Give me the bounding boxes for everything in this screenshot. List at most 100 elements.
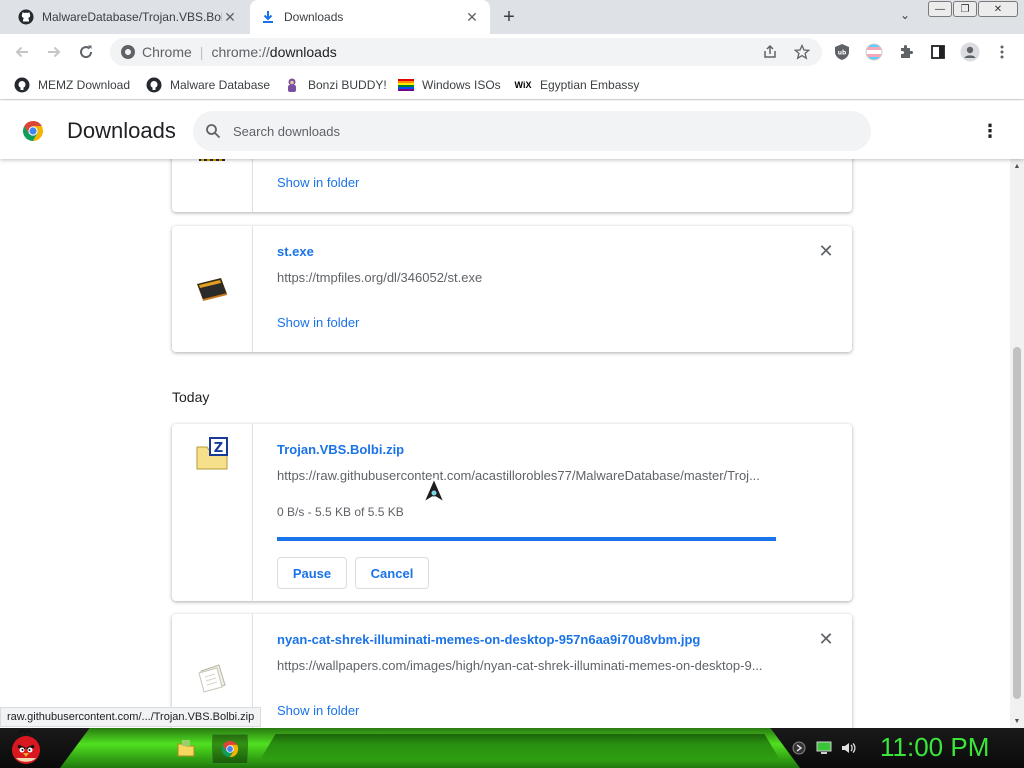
bookmark-label: Malware Database: [170, 78, 271, 92]
tray-monitor-icon[interactable]: [815, 740, 833, 756]
url-scheme: chrome://: [211, 44, 270, 60]
chrome-logo-icon: [221, 740, 239, 758]
file-icon-column: [172, 159, 253, 212]
site-label: Chrome: [142, 44, 192, 60]
github-icon: [18, 9, 34, 25]
search-box[interactable]: [193, 111, 871, 151]
download-icon: [260, 9, 276, 25]
reload-button[interactable]: [74, 40, 98, 64]
mouse-cursor-icon: [422, 477, 446, 504]
github-icon: [146, 77, 162, 93]
taskbar-clock[interactable]: 11:00 PM: [880, 732, 989, 763]
trans-flag-extension-icon[interactable]: [864, 42, 884, 62]
download-item: Show in folder: [172, 159, 852, 212]
tab-title: Downloads: [284, 10, 344, 24]
remove-item-close-icon[interactable]: ✕: [816, 629, 836, 649]
zip-file-icon: Z: [195, 437, 229, 471]
svg-text:ub: ub: [838, 50, 847, 57]
download-progress-bar: [277, 537, 776, 541]
ublock-icon[interactable]: ub: [832, 42, 852, 62]
tab-close-icon[interactable]: ✕: [464, 9, 480, 25]
bonzi-icon: [284, 77, 300, 93]
minimize-button[interactable]: —: [928, 1, 952, 17]
scroll-down-arrow-icon[interactable]: ▼: [1010, 714, 1024, 728]
tray-volume-icon[interactable]: [840, 740, 858, 756]
tab-malware-database[interactable]: MalwareDatabase/Trojan.VBS.Bolbi ✕: [8, 0, 248, 34]
exe-file-icon: [195, 272, 229, 306]
close-window-button[interactable]: ✕: [978, 1, 1018, 17]
bookmark-label: Bonzi BUDDY!: [308, 78, 387, 92]
bookmark-label: MEMZ Download: [38, 78, 131, 92]
forward-arrow-icon: [48, 46, 61, 58]
address-bar[interactable]: Chrome | chrome:// downloads: [110, 38, 822, 66]
bookmarks-bar: MEMZ Download Malware Database Bonzi BUD…: [0, 70, 1024, 100]
show-in-folder-link[interactable]: Show in folder: [277, 175, 359, 190]
downloads-header: Downloads ⋮: [0, 101, 1024, 159]
svg-text:Z: Z: [214, 441, 223, 456]
file-name-link[interactable]: nyan-cat-shrek-illuminati-memes-on-deskt…: [277, 632, 700, 647]
tab-title: MalwareDatabase/Trojan.VBS.Bolbi: [42, 10, 222, 24]
file-url[interactable]: https://wallpapers.com/images/high/nyan-…: [277, 658, 777, 673]
bookmark-egyptian-embassy[interactable]: WiX Egyptian Embassy: [514, 76, 640, 94]
tab-downloads[interactable]: Downloads ✕: [250, 0, 490, 34]
taskbar-chrome[interactable]: [212, 734, 248, 764]
wix-icon: WiX: [514, 80, 532, 90]
github-icon: [14, 77, 30, 93]
profile-avatar-icon[interactable]: [960, 42, 980, 62]
forward-button[interactable]: [42, 40, 66, 64]
restore-button[interactable]: ❐: [953, 1, 977, 17]
pause-button[interactable]: Pause: [277, 557, 347, 589]
file-icon-column: Z: [172, 424, 253, 601]
page-title: Downloads: [67, 118, 176, 143]
bookmark-memz-download[interactable]: MEMZ Download: [14, 76, 130, 94]
scroll-up-arrow-icon[interactable]: ▲: [1010, 159, 1024, 173]
cancel-button[interactable]: Cancel: [355, 557, 429, 589]
folder-icon: [177, 740, 195, 757]
downloads-list[interactable]: Show in folder st.exe https://tmpfiles.o…: [0, 159, 1010, 728]
search-input[interactable]: [233, 123, 793, 139]
side-panel-icon[interactable]: [928, 42, 948, 62]
download-progress-fill: [277, 537, 776, 541]
file-name-link[interactable]: st.exe: [277, 244, 314, 259]
file-url[interactable]: https://tmpfiles.org/dl/346052/st.exe: [277, 270, 777, 285]
new-tab-button[interactable]: +: [498, 7, 520, 29]
download-item-nyan-jpg: nyan-cat-shrek-illuminati-memes-on-deskt…: [172, 614, 852, 728]
more-actions-button[interactable]: ⋮: [980, 120, 1000, 142]
search-icon: [205, 123, 221, 139]
image-file-icon: [195, 661, 229, 695]
back-button[interactable]: [10, 40, 34, 64]
tab-strip: MalwareDatabase/Trojan.VBS.Bolbi ✕ Downl…: [0, 0, 1024, 34]
page-scrollbar[interactable]: ▲ ▼: [1010, 159, 1024, 728]
tab-search-icon[interactable]: ⌄: [895, 8, 915, 28]
file-name-link[interactable]: Trojan.VBS.Bolbi.zip: [277, 442, 404, 457]
download-status: 0 B/s - 5.5 KB of 5.5 KB: [277, 505, 404, 519]
file-url[interactable]: https://raw.githubusercontent.com/acasti…: [277, 468, 777, 483]
taskbar: 11:00 PM: [0, 728, 1024, 768]
show-in-folder-link[interactable]: Show in folder: [277, 315, 359, 330]
chrome-menu-icon[interactable]: [992, 42, 1012, 62]
extensions-puzzle-icon[interactable]: [896, 42, 916, 62]
remove-item-close-icon[interactable]: ✕: [816, 241, 836, 261]
omnibox-separator: |: [199, 44, 204, 60]
file-icon-column: [172, 226, 253, 352]
start-button-angry-bird-icon[interactable]: [8, 728, 48, 768]
chrome-logo-icon: [22, 120, 44, 142]
link-status-bubble: raw.githubusercontent.com/.../Trojan.VBS…: [0, 707, 262, 727]
share-icon[interactable]: [760, 43, 780, 61]
bookmark-bonzi-buddy[interactable]: Bonzi BUDDY!: [284, 76, 387, 94]
bookmark-windows-isos[interactable]: Windows ISOs: [398, 76, 501, 94]
tray-network-icon[interactable]: [790, 740, 808, 756]
download-item-trojan-zip: Z Trojan.VBS.Bolbi.zip https://raw.githu…: [172, 424, 852, 601]
bookmark-malware-database[interactable]: Malware Database: [146, 76, 270, 94]
chrome-logo-icon: [120, 44, 136, 60]
reload-icon: [80, 45, 93, 59]
bookmark-star-icon[interactable]: [792, 43, 812, 61]
bookmark-label: Egyptian Embassy: [540, 78, 640, 92]
scrollbar-thumb[interactable]: [1013, 347, 1021, 699]
show-in-folder-link[interactable]: Show in folder: [277, 703, 359, 718]
taskbar-file-explorer[interactable]: [168, 734, 204, 764]
tab-close-icon[interactable]: ✕: [222, 9, 238, 25]
windows-flag-icon: [398, 77, 414, 93]
file-icon: [195, 159, 229, 187]
section-date-header: Today: [172, 389, 210, 405]
